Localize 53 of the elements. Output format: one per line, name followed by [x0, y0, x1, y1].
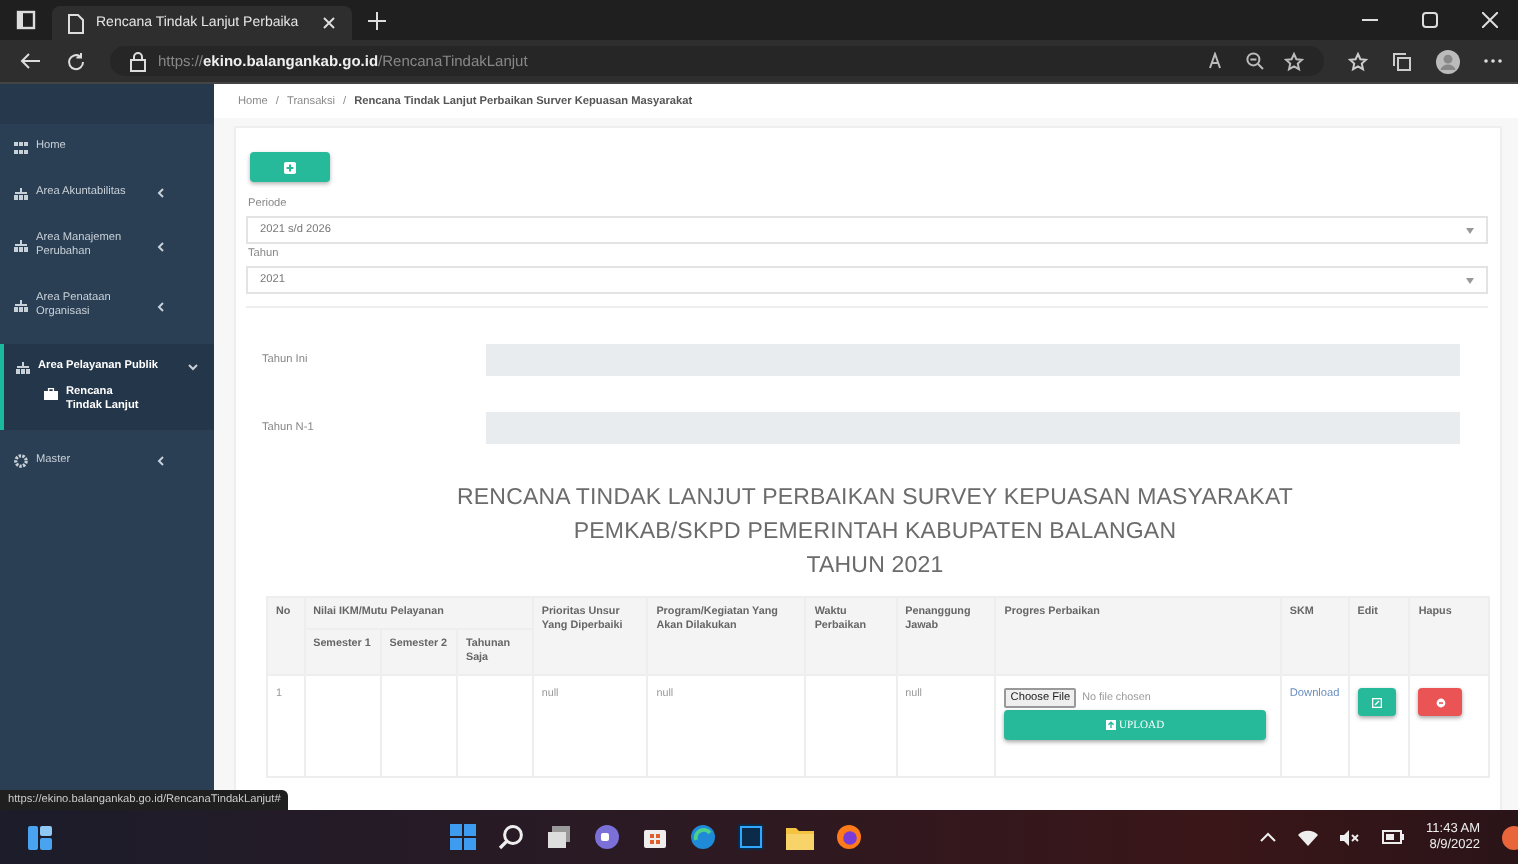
read-aloud-icon[interactable] — [1208, 52, 1226, 70]
settings-icon — [14, 454, 28, 468]
tab-actions-icon[interactable] — [16, 10, 36, 30]
new-tab-icon[interactable] — [368, 11, 386, 29]
chat-icon[interactable] — [594, 824, 621, 850]
refresh-icon[interactable] — [66, 51, 86, 71]
grid-icon — [14, 141, 28, 153]
sitemap-icon — [14, 300, 28, 312]
favorite-star-icon[interactable] — [1284, 51, 1304, 71]
favorites-icon[interactable] — [1348, 51, 1368, 71]
zoom-out-icon[interactable] — [1246, 52, 1264, 70]
page-icon — [68, 13, 84, 33]
close-icon[interactable] — [322, 16, 336, 30]
edit-icon — [1371, 697, 1382, 707]
profile-avatar-icon[interactable] — [1436, 49, 1460, 73]
lock-icon — [130, 51, 146, 71]
wifi-icon[interactable] — [1298, 829, 1319, 845]
close-icon[interactable] — [1482, 12, 1498, 28]
sitemap-icon — [16, 361, 30, 373]
chevron-left-icon — [156, 188, 166, 198]
delete-button[interactable] — [1418, 688, 1463, 716]
sitemap-icon — [14, 240, 28, 252]
fox-browser-icon[interactable] — [836, 824, 863, 850]
report-title: TAHUN 2021 — [806, 552, 944, 580]
chevron-down-icon — [188, 362, 198, 372]
photo-editor-icon[interactable] — [738, 824, 765, 850]
sitemap-icon — [14, 187, 28, 199]
upload-icon — [1106, 720, 1117, 730]
report-title: PEMKAB/SKPD PEMERINTAH KABUPATEN BALANGAN — [573, 518, 1177, 546]
caret-icon — [1466, 277, 1474, 283]
collections-icon[interactable] — [1392, 51, 1412, 71]
chevron-up-icon[interactable] — [1260, 832, 1277, 842]
browser-icon[interactable] — [690, 824, 717, 850]
caret-icon — [1466, 227, 1474, 233]
chevron-left-icon — [156, 301, 166, 311]
report-title: RENCANA TINDAK LANJUT PERBAIKAN SURVEY KEPUASAN MASYARAKAT — [456, 484, 1293, 512]
maximize-icon[interactable] — [1422, 12, 1438, 28]
chevron-left-icon — [156, 456, 166, 466]
widgets-icon[interactable] — [28, 825, 52, 849]
back-icon[interactable] — [20, 52, 42, 70]
search-icon[interactable] — [498, 824, 525, 850]
notification-badge-icon[interactable] — [1502, 825, 1518, 849]
start-icon[interactable] — [450, 824, 477, 850]
battery-icon[interactable] — [1382, 830, 1405, 844]
chevron-left-icon — [156, 241, 166, 251]
store-icon[interactable] — [642, 824, 669, 850]
folder-icon[interactable] — [786, 825, 815, 849]
more-icon[interactable] — [1484, 58, 1502, 64]
delete-icon — [1435, 697, 1446, 707]
task-view-icon[interactable] — [546, 824, 573, 850]
plus-square-icon — [284, 161, 296, 173]
speaker-muted-icon[interactable] — [1340, 829, 1361, 845]
briefcase-icon — [44, 387, 58, 399]
